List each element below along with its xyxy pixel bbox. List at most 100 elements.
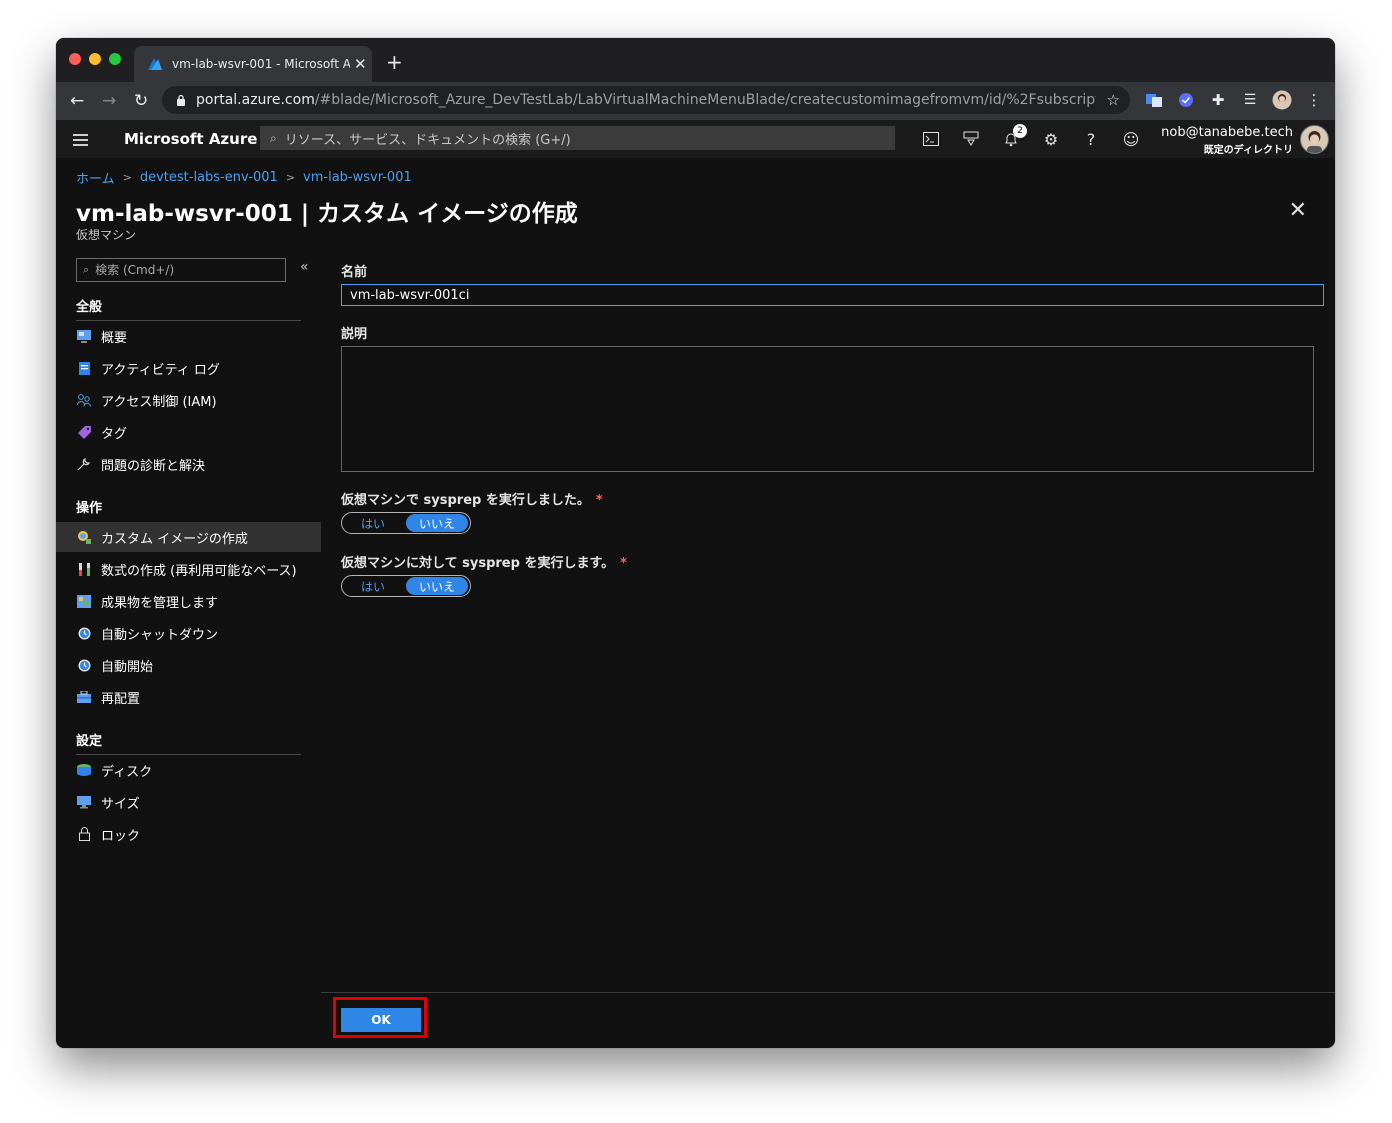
description-label: 説明 — [341, 327, 368, 342]
sysprep-done-toggle[interactable]: はい いいえ — [341, 512, 471, 534]
sidebar-item-size[interactable]: サイズ — [56, 787, 321, 817]
maximize-window-button[interactable] — [109, 53, 121, 65]
close-blade-icon[interactable]: ✕ — [1289, 198, 1307, 223]
sidebar-item-label: ロック — [101, 828, 141, 844]
tab-title: vm-lab-wsvr-001 - Microsoft A — [172, 57, 350, 71]
url-path: /#blade/Microsoft_Azure_DevTestLab/LabVi… — [314, 92, 1096, 108]
footer-divider — [321, 992, 1335, 993]
artifacts-icon — [77, 594, 91, 608]
minimize-window-button[interactable] — [89, 53, 101, 65]
tab-strip: vm-lab-wsvr-001 - Microsoft A ✕ + — [56, 38, 1335, 82]
sidebar-item-label: サイズ — [101, 796, 140, 812]
wrench-icon — [77, 457, 91, 471]
sysprep-run-label: 仮想マシンに対して sysprep を実行します。 * — [341, 552, 627, 571]
sysprep-run-no-option[interactable]: いいえ — [406, 577, 468, 595]
sidebar-search-input[interactable] — [93, 262, 268, 278]
cloud-shell-icon[interactable] — [921, 129, 941, 149]
formula-tubes-icon — [77, 562, 91, 576]
sidebar-item-diagnose[interactable]: 問題の診断と解決 — [56, 449, 321, 479]
close-window-button[interactable] — [69, 53, 81, 65]
breadcrumb-vm-link[interactable]: vm-lab-wsvr-001 — [303, 170, 412, 185]
sidebar-item-redeploy[interactable]: 再配置 — [56, 682, 321, 712]
sidebar-item-label: 自動開始 — [101, 659, 154, 675]
clock-icon — [77, 626, 91, 640]
overview-monitor-icon — [77, 329, 91, 343]
azure-top-bar: Microsoft Azure ⌕ リソース、サービス、ドキュメントの検索 (G… — [56, 120, 1335, 158]
section-header-settings: 設定 — [76, 734, 103, 749]
sysprep-done-no-option[interactable]: いいえ — [406, 514, 468, 532]
sidebar-search-field[interactable]: ⌕ — [76, 258, 286, 282]
translate-extension-icon[interactable] — [1144, 90, 1164, 110]
lock-icon — [177, 94, 185, 106]
help-icon[interactable]: ? — [1081, 129, 1101, 149]
search-icon: ⌕ — [270, 130, 277, 145]
sidebar-item-label: 数式の作成 (再利用可能なベース) — [101, 563, 297, 579]
description-textarea[interactable] — [341, 346, 1314, 472]
global-search-field[interactable]: ⌕ リソース、サービス、ドキュメントの検索 (G+/) — [260, 126, 895, 150]
sysprep-done-label: 仮想マシンで sysprep を実行しました。 * — [341, 489, 603, 508]
sysprep-run-yes-option[interactable]: はい — [342, 577, 404, 595]
collapse-sidebar-icon[interactable]: « — [300, 259, 309, 275]
sysprep-done-label-text: 仮想マシンで sysprep を実行しました。 — [341, 493, 590, 508]
breadcrumb-chevron-icon: > — [122, 171, 132, 184]
sysprep-done-yes-option[interactable]: はい — [342, 514, 404, 532]
check-extension-icon[interactable] — [1176, 90, 1196, 110]
back-arrow-icon[interactable]: ← — [70, 91, 84, 111]
page-subtitle: 仮想マシン — [76, 228, 137, 242]
breadcrumb-lab-link[interactable]: devtest-labs-env-001 — [140, 170, 278, 185]
sidebar-item-tags[interactable]: タグ — [56, 417, 321, 447]
sidebar-item-auto-start[interactable]: 自動開始 — [56, 650, 321, 680]
sidebar-item-auto-shutdown[interactable]: 自動シャットダウン — [56, 618, 321, 648]
forward-arrow-icon[interactable]: → — [102, 91, 116, 111]
monitor-icon — [77, 795, 91, 809]
sidebar-item-label: 自動シャットダウン — [101, 627, 219, 643]
ok-button[interactable]: OK — [341, 1008, 421, 1032]
sidebar-item-create-custom-image[interactable]: カスタム イメージの作成 — [56, 522, 321, 552]
custom-image-icon — [77, 530, 91, 544]
extensions-puzzle-icon[interactable]: ✚ — [1208, 90, 1228, 110]
feedback-smiley-icon[interactable]: ☺ — [1121, 129, 1141, 149]
sidebar-item-manage-artifacts[interactable]: 成果物を管理します — [56, 586, 321, 616]
brand-title[interactable]: Microsoft Azure — [124, 130, 257, 148]
sidebar-item-overview[interactable]: 概要 — [56, 321, 321, 351]
disk-icon — [77, 763, 91, 777]
new-tab-button[interactable]: + — [386, 50, 403, 74]
sidebar-item-create-formula[interactable]: 数式の作成 (再利用可能なベース) — [56, 554, 321, 584]
reload-icon[interactable]: ↻ — [134, 91, 148, 111]
notification-count-badge: 2 — [1013, 124, 1027, 138]
sidebar-item-activity-log[interactable]: アクティビティ ログ — [56, 353, 321, 383]
browser-tab[interactable]: vm-lab-wsvr-001 - Microsoft A ✕ — [134, 46, 372, 82]
breadcrumb: ホーム > devtest-labs-env-001 > vm-lab-wsvr… — [76, 168, 412, 187]
name-label: 名前 — [341, 265, 368, 280]
browser-menu-icon[interactable]: ⋮ — [1304, 90, 1324, 110]
user-email: nob@tanabebe.tech — [1161, 125, 1293, 140]
sysprep-run-label-text: 仮想マシンに対して sysprep を実行します。 — [341, 556, 615, 571]
breadcrumb-home-link[interactable]: ホーム — [76, 168, 115, 187]
notifications-bell-icon[interactable]: 2 — [1001, 124, 1027, 149]
url-field[interactable]: portal.azure.com/#blade/Microsoft_Azure_… — [162, 86, 1130, 114]
directory-filter-icon[interactable] — [961, 129, 981, 149]
bookmark-star-icon[interactable]: ☆ — [1107, 91, 1120, 109]
media-queue-icon[interactable]: ☰ — [1240, 90, 1260, 110]
clock-icon — [77, 658, 91, 672]
browser-window: vm-lab-wsvr-001 - Microsoft A ✕ + ← → ↻ … — [56, 38, 1335, 1048]
required-marker: * — [595, 493, 603, 508]
tab-close-icon[interactable]: ✕ — [354, 55, 367, 73]
name-input[interactable] — [341, 284, 1324, 306]
sysprep-run-toggle[interactable]: はい いいえ — [341, 575, 471, 597]
user-avatar[interactable] — [1300, 125, 1329, 154]
user-account[interactable]: nob@tanabebe.tech 既定のディレクトリ — [1161, 125, 1293, 156]
sidebar-item-disks[interactable]: ディスク — [56, 755, 321, 785]
toolbox-icon — [77, 690, 91, 704]
sidebar-item-label: タグ — [101, 426, 128, 442]
section-header-operations: 操作 — [76, 501, 103, 516]
sidebar-item-locks[interactable]: ロック — [56, 819, 321, 849]
settings-gear-icon[interactable]: ⚙ — [1041, 129, 1061, 149]
portal-menu-icon[interactable] — [73, 134, 88, 149]
sidebar-item-iam[interactable]: アクセス制御 (IAM) — [56, 385, 321, 415]
url-host: portal.azure.com — [196, 92, 315, 108]
profile-avatar-icon[interactable] — [1272, 90, 1292, 110]
global-search-placeholder: リソース、サービス、ドキュメントの検索 (G+/) — [284, 132, 571, 148]
user-directory: 既定のディレクトリ — [1203, 145, 1293, 156]
required-marker: * — [620, 556, 627, 571]
